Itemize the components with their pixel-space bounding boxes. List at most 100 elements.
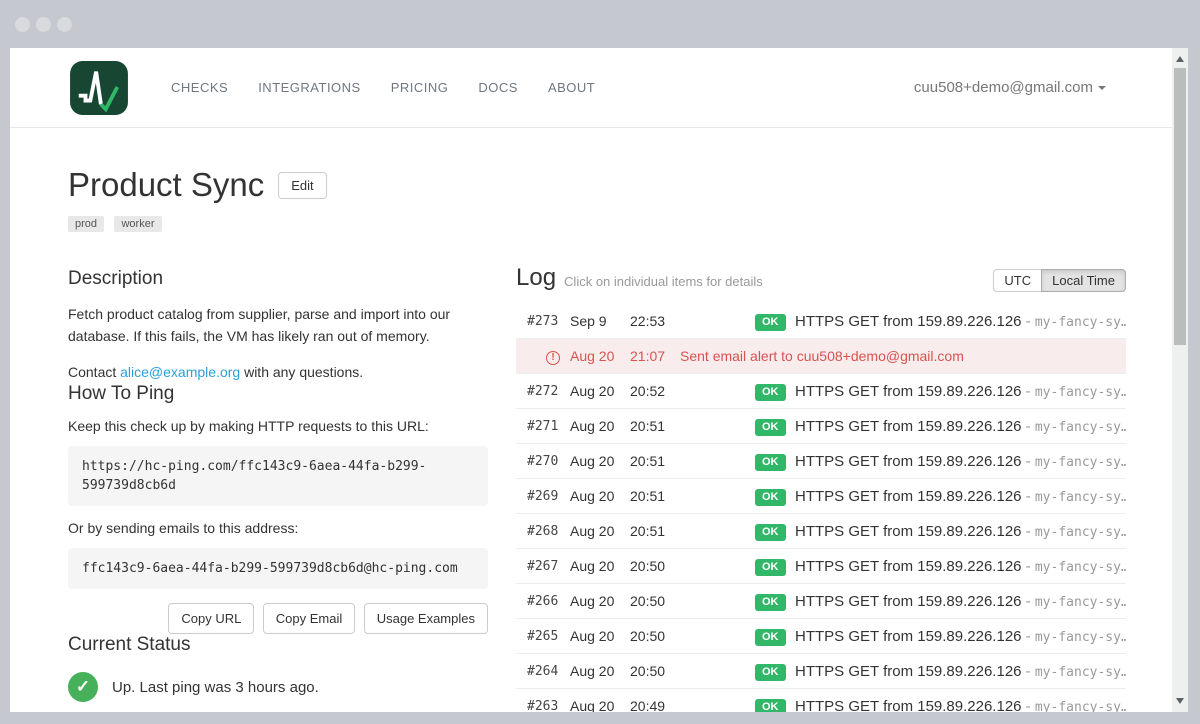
log-row-number: #265	[527, 629, 570, 644]
current-status-row: ✓ Up. Last ping was 3 hours ago.	[68, 672, 488, 702]
log-row-time: 20:50	[630, 558, 755, 574]
edit-button[interactable]: Edit	[278, 172, 326, 199]
log-row-ping[interactable]: #266Aug 2020:50OKHTTPS GET from 159.89.2…	[516, 584, 1126, 619]
log-row-time: 22:53	[630, 313, 755, 329]
log-row-date: Aug 20	[570, 558, 630, 574]
log-row-time: 20:50	[630, 663, 755, 679]
healthchecks-logo-icon[interactable]	[70, 61, 128, 115]
ping-actions: Copy URL Copy Email Usage Examples	[68, 603, 488, 634]
page-header: Product Sync Edit prod worker	[68, 166, 327, 232]
window-close-button[interactable]	[15, 17, 30, 32]
ping-email-code: ffc143c9-6aea-44fa-b299-599739d8cb6d@hc-…	[68, 548, 488, 589]
ok-badge: OK	[755, 419, 786, 436]
contact-line: Contact alice@example.org with any quest…	[68, 361, 488, 383]
usage-examples-button[interactable]: Usage Examples	[364, 603, 488, 634]
log-row-time: 20:52	[630, 383, 755, 399]
copy-url-button[interactable]: Copy URL	[168, 603, 254, 634]
log-row-event: HTTPS GET from 159.89.226.126 - my-fancy…	[795, 488, 1126, 505]
account-dropdown[interactable]: cuu508+demo@gmail.com	[914, 79, 1106, 96]
ok-badge: OK	[755, 559, 786, 576]
copy-email-button[interactable]: Copy Email	[263, 603, 355, 634]
log-row-number: #273	[527, 314, 570, 329]
ok-badge: OK	[755, 489, 786, 506]
nav-item-integrations[interactable]: INTEGRATIONS	[243, 70, 376, 105]
log-row-ping[interactable]: #263Aug 2020:49OKHTTPS GET from 159.89.2…	[516, 689, 1126, 712]
nav-item-checks[interactable]: CHECKS	[156, 70, 243, 105]
ok-badge: OK	[755, 384, 786, 401]
nav-item-pricing[interactable]: PRICING	[376, 70, 464, 105]
log-row-event: HTTPS GET from 159.89.226.126 - my-fancy…	[795, 698, 1126, 713]
log-row-ping[interactable]: #268Aug 2020:51OKHTTPS GET from 159.89.2…	[516, 514, 1126, 549]
log-row-date: Aug 20	[570, 383, 630, 399]
log-row-ping[interactable]: #267Aug 2020:50OK HTTPS GET from 159.89.2…	[516, 549, 1126, 584]
scroll-down-arrow-icon[interactable]	[1176, 698, 1184, 704]
log-row-event: HTTPS GET from 159.89.226.126 - my-fancy…	[795, 663, 1126, 680]
log-row-number: #271	[527, 419, 570, 434]
how-to-ping-heading: How To Ping	[68, 383, 488, 405]
chevron-down-icon	[1098, 86, 1106, 90]
scrollbar[interactable]	[1172, 48, 1188, 712]
log-heading: Log	[516, 264, 556, 292]
log-row-ping[interactable]: #265Aug 2020:50OKHTTPS GET from 159.89.2…	[516, 619, 1126, 654]
log-row-number: #272	[527, 384, 570, 399]
log-row-number: #267	[527, 559, 570, 574]
ok-badge: OK	[755, 454, 786, 471]
log-row-number: #268	[527, 524, 570, 539]
log-row-date: Aug 20	[570, 593, 630, 609]
browser-page: CHECKS INTEGRATIONS PRICING DOCS ABOUT c…	[10, 48, 1172, 712]
utc-toggle-button[interactable]: UTC	[993, 269, 1042, 292]
log-row-number: #270	[527, 454, 570, 469]
left-column: Description Fetch product catalog from s…	[68, 268, 488, 702]
log-row-number: #269	[527, 489, 570, 504]
navbar: CHECKS INTEGRATIONS PRICING DOCS ABOUT c…	[10, 48, 1172, 128]
log-row-date: Sep 9	[570, 313, 630, 329]
ping-url-label: Keep this check up by making HTTP reques…	[68, 418, 488, 434]
scroll-up-arrow-icon[interactable]	[1176, 56, 1184, 62]
log-rows: #273Sep 922:53 OK HTTPS GET from 159.89.22…	[516, 304, 1126, 712]
log-row-time: 20:49	[630, 698, 755, 712]
log-row-ping[interactable]: #272Aug 2020:52OK HTTPS GET from 159.89.2…	[516, 374, 1126, 409]
nav-item-about[interactable]: ABOUT	[533, 70, 610, 105]
nav-links: CHECKS INTEGRATIONS PRICING DOCS ABOUT	[156, 70, 610, 105]
log-row-number: #266	[527, 594, 570, 609]
current-status-heading: Current Status	[68, 634, 488, 656]
alert-circle-icon: !	[546, 351, 560, 365]
local-time-toggle-button[interactable]: Local Time	[1041, 269, 1126, 292]
log-row-time: 20:51	[630, 418, 755, 434]
log-row-event: HTTPS GET from 159.89.226.126 - my-fancy…	[795, 383, 1126, 400]
log-row-time: 20:51	[630, 523, 755, 539]
log-row-event: HTTPS GET from 159.89.226.126 - my-fancy…	[795, 418, 1126, 435]
log-row-event: HTTPS GET from 159.89.226.126 - my-fancy…	[795, 558, 1126, 575]
window-minimize-button[interactable]	[36, 17, 51, 32]
account-email: cuu508+demo@gmail.com	[914, 79, 1093, 96]
contact-email-link[interactable]: alice@example.org	[120, 364, 240, 380]
ok-badge: OK	[755, 594, 786, 611]
nav-item-docs[interactable]: DOCS	[463, 70, 533, 105]
log-row-ping[interactable]: #269Aug 2020:51OKHTTPS GET from 159.89.2…	[516, 479, 1126, 514]
log-row-date: Aug 20	[570, 348, 630, 364]
log-row-date: Aug 20	[570, 628, 630, 644]
log-row-time: 20:51	[630, 453, 755, 469]
ok-badge: OK	[755, 524, 786, 541]
scrollbar-thumb[interactable]	[1174, 68, 1186, 345]
log-subtitle: Click on individual items for details	[564, 274, 763, 289]
log-row-date: Aug 20	[570, 453, 630, 469]
log-row-number: #263	[527, 699, 570, 713]
ok-badge: OK	[755, 629, 786, 646]
log-row-ping[interactable]: #271Aug 2020:51OK HTTPS GET from 159.89.2…	[516, 409, 1126, 444]
log-row-time: 20:51	[630, 488, 755, 504]
log-section: Log Click on individual items for detail…	[516, 264, 1126, 712]
log-row-message: Sent email alert to cuu508+demo@gmail.co…	[680, 348, 1126, 364]
ping-url-code: https://hc-ping.com/ffc143c9-6aea-44fa-b…	[68, 446, 488, 506]
log-row-ping[interactable]: #273Sep 922:53OKHTTPS GET from 159.89.22…	[516, 304, 1126, 339]
window-maximize-button[interactable]	[57, 17, 72, 32]
ok-badge: OK	[755, 664, 786, 681]
description-text: Fetch product catalog from supplier, par…	[68, 303, 488, 347]
log-row-date: Aug 20	[570, 418, 630, 434]
log-row-ping[interactable]: #264Aug 2020:50OKHTTPS GET from 159.89.2…	[516, 654, 1126, 689]
log-row-alert[interactable]: !Aug 2021:07Sent email alert to cuu508+d…	[516, 339, 1126, 374]
log-row-date: Aug 20	[570, 663, 630, 679]
page-title: Product Sync	[68, 166, 264, 204]
log-row-ping[interactable]: #270Aug 2020:51OKHTTPS GET from 159.89.2…	[516, 444, 1126, 479]
description-heading: Description	[68, 268, 488, 290]
